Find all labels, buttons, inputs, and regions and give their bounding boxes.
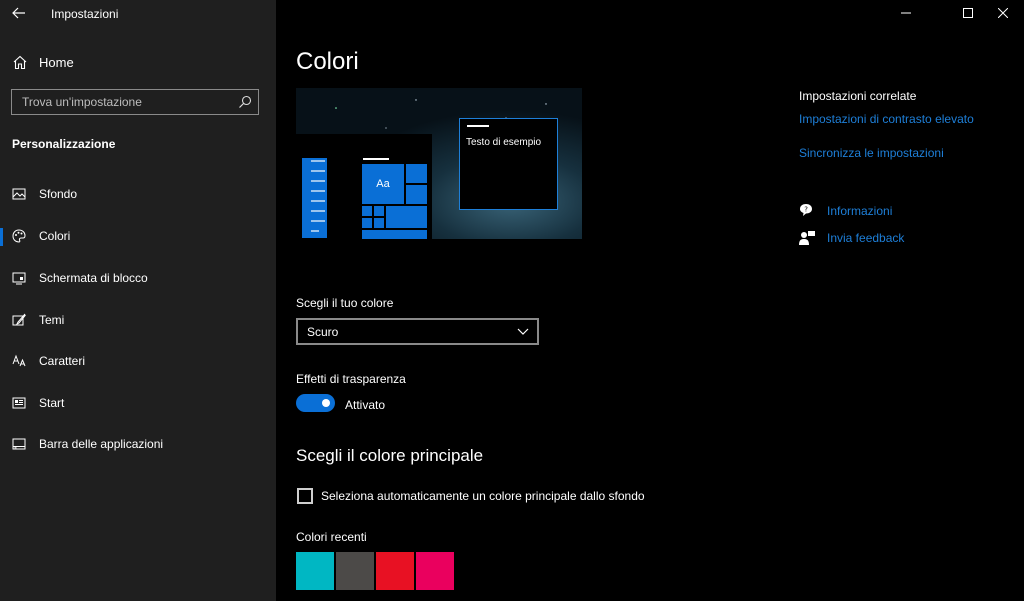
nav-home-label: Home	[39, 55, 74, 70]
maximize-icon	[963, 8, 973, 18]
sidebar-item-schermata-di-blocco[interactable]: Schermata di blocco	[0, 263, 276, 293]
preview-tile-text: Aa	[376, 178, 390, 190]
toggle-knob	[322, 399, 330, 407]
transparency-label: Effetti di trasparenza	[296, 372, 406, 386]
auto-accent-checkbox[interactable]	[297, 488, 313, 504]
home-icon	[13, 55, 27, 70]
high-contrast-link[interactable]: Impostazioni di contrasto elevato	[799, 112, 974, 126]
feedback-link[interactable]: Invia feedback	[827, 231, 904, 245]
start-icon	[12, 397, 26, 409]
recent-color-swatch[interactable]	[296, 552, 334, 590]
section-title: Personalizzazione	[12, 137, 116, 151]
sidebar-item-temi[interactable]: Temi	[0, 305, 276, 335]
preview-tile	[374, 218, 384, 228]
feedback-icon	[799, 231, 815, 245]
close-icon	[998, 8, 1008, 18]
preview-tile	[406, 185, 427, 204]
sidebar-item-label: Temi	[39, 313, 65, 327]
back-button[interactable]	[8, 2, 30, 24]
maximize-button[interactable]	[951, 0, 985, 26]
back-arrow-icon	[12, 7, 25, 19]
picture-icon	[12, 188, 26, 200]
taskbar-icon	[12, 438, 26, 450]
search-box[interactable]	[11, 89, 259, 115]
sidebar-item-label: Schermata di blocco	[39, 271, 148, 285]
search-input[interactable]	[12, 90, 232, 114]
sidebar: Impostazioni Home Personalizzazione Sfon…	[0, 0, 276, 601]
main-content: Colori Aa Testo di esempio Scegli il tuo…	[276, 0, 1024, 601]
transparency-state: Attivato	[345, 398, 386, 412]
nav-home[interactable]: Home	[0, 50, 276, 76]
sidebar-item-label: Sfondo	[39, 187, 78, 201]
minimize-icon	[901, 12, 911, 14]
palette-icon	[12, 229, 26, 243]
preview-tile	[362, 218, 372, 228]
sidebar-item-label: Colori	[39, 229, 71, 243]
app-title: Impostazioni	[51, 7, 119, 21]
close-button[interactable]	[986, 0, 1020, 26]
theme-preview: Aa Testo di esempio	[296, 88, 582, 239]
related-settings-heading: Impostazioni correlate	[799, 89, 917, 103]
preview-sample-text: Testo di esempio	[466, 137, 542, 148]
page-title: Colori	[296, 48, 359, 75]
preview-tile	[386, 206, 427, 228]
sidebar-item-start[interactable]: Start	[0, 388, 276, 418]
recent-color-swatch[interactable]	[336, 552, 374, 590]
sidebar-item-label: Barra delle applicazioni	[39, 437, 164, 451]
sidebar-item-caratteri[interactable]: Caratteri	[0, 346, 276, 376]
sidebar-item-label: Caratteri	[39, 354, 86, 368]
transparency-toggle[interactable]	[296, 394, 335, 412]
sidebar-item-colori[interactable]: Colori	[0, 221, 276, 251]
help-link[interactable]: Informazioni	[827, 204, 892, 218]
font-icon	[12, 354, 26, 367]
lock-screen-icon	[12, 272, 26, 285]
preview-tile-large: Aa	[362, 164, 404, 204]
sidebar-item-label: Start	[39, 396, 65, 410]
minimize-button[interactable]	[889, 0, 923, 26]
auto-accent-label[interactable]: Seleziona automaticamente un colore prin…	[321, 489, 645, 503]
recent-color-swatch[interactable]	[416, 552, 454, 590]
color-mode-select[interactable]: Scuro	[296, 318, 539, 345]
help-chat-icon: ?	[800, 204, 812, 216]
chevron-down-icon	[517, 328, 529, 335]
accent-heading: Scegli il colore principale	[296, 446, 484, 465]
search-icon[interactable]	[238, 95, 252, 109]
preview-sample-window: Testo di esempio	[459, 118, 558, 210]
sidebar-item-barra-delle-applicazioni[interactable]: Barra delle applicazioni	[0, 429, 276, 459]
sidebar-item-sfondo[interactable]: Sfondo	[0, 179, 276, 209]
color-mode-value: Scuro	[307, 325, 339, 339]
preview-tile-header	[363, 158, 389, 160]
brush-icon	[12, 313, 26, 326]
preview-window-titlebar	[467, 125, 489, 127]
choose-color-label: Scegli il tuo colore	[296, 296, 394, 310]
preview-tile	[362, 230, 427, 239]
recent-color-swatch[interactable]	[376, 552, 414, 590]
svg-text:?: ?	[804, 206, 808, 214]
recent-colors-label: Colori recenti	[296, 530, 367, 544]
sync-settings-link[interactable]: Sincronizza le impostazioni	[799, 146, 944, 160]
preview-tile	[374, 206, 384, 216]
preview-tile	[362, 206, 372, 216]
preview-tile	[406, 164, 427, 183]
preview-menu-lines	[311, 160, 325, 232]
